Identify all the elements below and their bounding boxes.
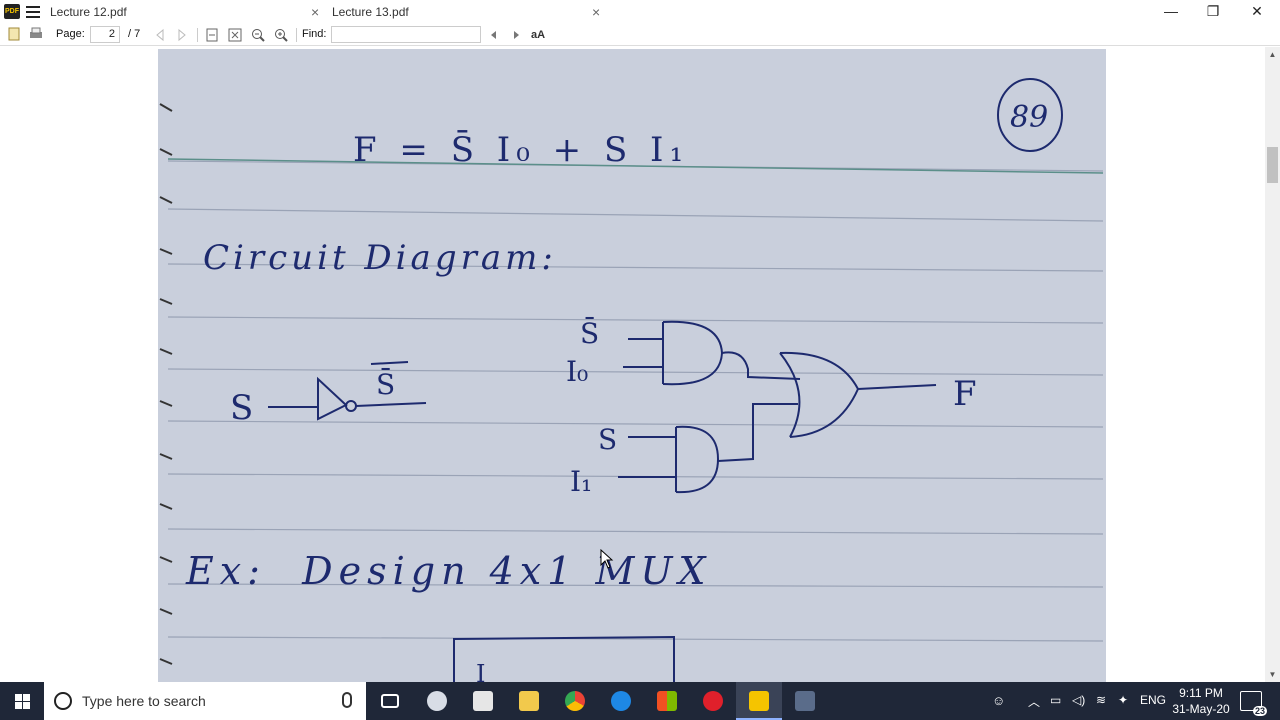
mux-box [453, 635, 675, 682]
recorder-app-icon[interactable] [782, 682, 828, 720]
previous-page-icon[interactable] [152, 27, 168, 43]
fit-page-icon[interactable] [204, 27, 220, 43]
vertical-scrollbar[interactable]: ▲ ▼ [1265, 47, 1280, 682]
and1-input-s-bar: S̄ [580, 316, 599, 350]
file-explorer-icon[interactable] [506, 682, 552, 720]
scroll-thumb[interactable] [1267, 147, 1278, 183]
not-input-label: S [230, 388, 253, 428]
clock-date: 31-May-20 [1172, 702, 1230, 716]
search-placeholder: Type here to search [82, 693, 206, 709]
toolbar-divider [296, 28, 297, 42]
and2-input-i1: I₁ [570, 465, 592, 498]
volume-icon[interactable]: ◁) [1072, 693, 1085, 707]
tab-label: Lecture 12.pdf [50, 5, 127, 19]
find-label: Find: [302, 28, 327, 40]
binding-marks [159, 103, 173, 665]
next-page-icon[interactable] [174, 27, 190, 43]
page-number-input[interactable]: 2 [90, 26, 120, 43]
title-bar: PDF Lecture 12.pdf × Lecture 13.pdf × — … [0, 0, 1280, 24]
page-total: / 7 [128, 28, 141, 40]
microphone-icon[interactable] [342, 692, 352, 708]
start-button[interactable] [0, 682, 44, 720]
people-icon[interactable]: ☺ [992, 693, 1005, 708]
equation: F = S̄ I₀ + S I₁ [353, 129, 689, 170]
find-input[interactable] [331, 26, 481, 43]
tab-label: Lecture 13.pdf [332, 5, 409, 19]
pdf-app-logo-icon: PDF [4, 4, 20, 19]
task-view-icon[interactable] [367, 682, 413, 720]
tab-lecture-13[interactable]: Lecture 13.pdf × [326, 0, 610, 24]
notification-count: 23 [1252, 706, 1267, 716]
scroll-down-icon[interactable]: ▼ [1265, 667, 1280, 682]
chrome-icon[interactable] [552, 682, 598, 720]
maximize-button[interactable]: ❐ [1190, 0, 1236, 24]
and2-input-s: S [598, 423, 617, 456]
tab-lecture-12[interactable]: Lecture 12.pdf × [44, 0, 328, 24]
open-file-icon[interactable] [6, 27, 22, 43]
zoom-in-icon[interactable] [273, 27, 289, 43]
page-label: Page: [56, 28, 85, 40]
tab-close-icon[interactable]: × [311, 0, 319, 24]
print-icon[interactable] [28, 27, 44, 43]
language-indicator[interactable]: ENG [1140, 693, 1166, 707]
dropbox-icon[interactable]: ✦ [1118, 693, 1128, 707]
show-hidden-icons-icon[interactable]: ︿ [1028, 693, 1040, 710]
pdf-page: 89 F = S̄ I₀ + S I₁ Circuit Diagram: S S… [158, 49, 1106, 682]
circuit-diagram-heading: Circuit Diagram: [203, 238, 557, 278]
wifi-icon[interactable]: ≋ [1096, 693, 1106, 707]
handwritten-notes: 89 F = S̄ I₀ + S I₁ Circuit Diagram: S S… [159, 78, 1104, 682]
fit-width-icon[interactable] [227, 27, 243, 43]
or-gate [779, 351, 937, 438]
zoom-out-icon[interactable] [250, 27, 266, 43]
action-center-icon[interactable]: 23 [1240, 691, 1267, 716]
find-next-icon[interactable] [508, 27, 524, 43]
system-clock[interactable]: 9:11 PM 31-May-20 [1168, 685, 1234, 717]
document-viewport[interactable]: 89 F = S̄ I₀ + S I₁ Circuit Diagram: S S… [0, 47, 1265, 682]
mux-box-label: I [476, 660, 485, 682]
weather-app-icon[interactable] [414, 682, 460, 720]
edge-icon[interactable] [598, 682, 644, 720]
pdf-reader-taskbar-icon[interactable] [736, 682, 782, 720]
match-case-icon[interactable]: aA [530, 27, 546, 43]
find-previous-icon[interactable] [486, 27, 502, 43]
windows-taskbar: Type here to search ☺ ︿ ▭ ◁) ≋ ✦ ENG 9:1… [0, 682, 1280, 720]
close-window-button[interactable]: ✕ [1234, 0, 1280, 24]
minimize-button[interactable]: — [1148, 0, 1194, 24]
and-gate-1 [623, 320, 801, 386]
toolbar-divider [197, 28, 198, 42]
and-gate-2 [618, 403, 798, 494]
opera-icon[interactable] [690, 682, 736, 720]
or-output-label: F [953, 374, 977, 414]
calculator-icon[interactable] [460, 682, 506, 720]
taskbar-search[interactable]: Type here to search [44, 682, 366, 720]
battery-icon[interactable]: ▭ [1050, 693, 1061, 707]
exercise-text: Ex: Design 4x1 MUX [185, 549, 711, 593]
tab-close-icon[interactable]: × [592, 0, 600, 24]
cortana-icon [54, 692, 72, 710]
store-icon[interactable] [644, 682, 690, 720]
scroll-up-icon[interactable]: ▲ [1265, 47, 1280, 62]
page-number: 89 [1010, 100, 1048, 135]
menu-icon[interactable] [26, 6, 40, 18]
toolbar: Page: 2 / 7 Find: aA [0, 24, 1280, 46]
clock-time: 9:11 PM [1179, 686, 1223, 700]
not-output-label: S̄ [376, 367, 395, 401]
and1-input-i0: I₀ [566, 355, 588, 388]
mouse-cursor-icon [600, 549, 614, 569]
